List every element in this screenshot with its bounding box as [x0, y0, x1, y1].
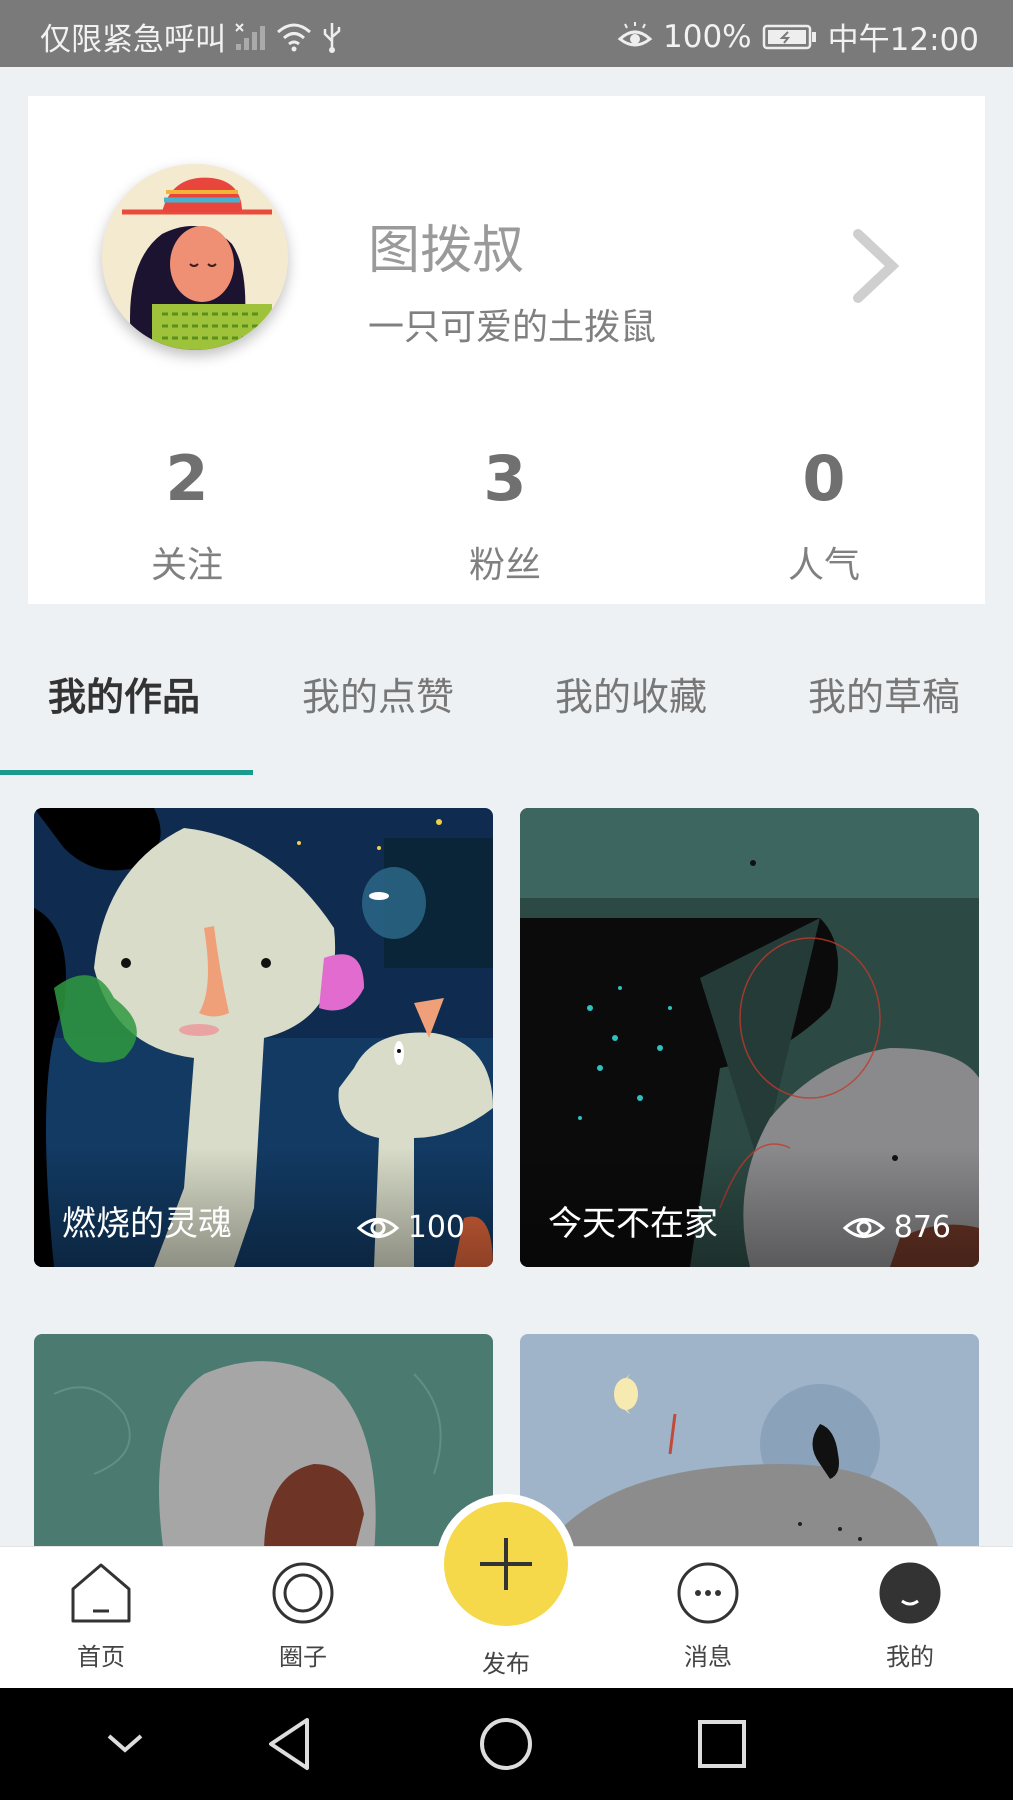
profile-bio: 一只可爱的土拨鼠	[368, 307, 657, 348]
artwork-title: 今天不在家	[548, 1204, 718, 1244]
publish-label: 发布	[482, 1650, 530, 1678]
nav-label: 首页	[77, 1643, 125, 1671]
artwork-image	[520, 1334, 979, 1554]
tab-my-likes[interactable]: 我的点赞	[302, 666, 454, 721]
nav-label: 消息	[684, 1643, 732, 1671]
tab-indicator	[0, 770, 253, 775]
stat-value: 2	[165, 442, 209, 515]
battery-icon	[762, 24, 816, 49]
profile-card[interactable]: 图拨叔 一只可爱的土拨鼠 2 关注 3 粉丝 0 人气	[28, 96, 985, 604]
artwork-card[interactable]: 燃烧的灵魂 100	[34, 808, 493, 1267]
nav-label: 圈子	[279, 1643, 327, 1671]
circle-icon	[272, 1562, 334, 1624]
stat-followers[interactable]: 3 粉丝	[405, 446, 605, 588]
nav-circle[interactable]: 圈子	[243, 1561, 363, 1672]
profile-name: 图拨叔	[368, 221, 525, 281]
wifi-icon	[277, 23, 311, 51]
avatar[interactable]	[102, 164, 288, 350]
recents-icon[interactable]	[696, 1718, 748, 1770]
stat-following[interactable]: 2 关注	[87, 446, 287, 588]
home-icon	[71, 1563, 131, 1623]
view-count: 876	[893, 1210, 951, 1245]
signal-icon	[235, 22, 265, 50]
artwork-views: 876	[842, 1210, 951, 1245]
artwork-card[interactable]: 今天不在家 876	[520, 808, 979, 1267]
clock: 中午12:00	[827, 22, 979, 58]
artwork-image	[34, 1334, 493, 1554]
tab-my-works[interactable]: 我的作品	[48, 666, 200, 721]
stat-value: 3	[483, 442, 527, 515]
back-icon[interactable]	[265, 1716, 315, 1772]
system-nav-bar	[0, 1688, 1013, 1800]
publish-button[interactable]	[436, 1494, 576, 1634]
stat-label: 关注	[150, 545, 223, 586]
nav-messages[interactable]: 消息	[648, 1561, 768, 1672]
tab-my-favorites[interactable]: 我的收藏	[555, 666, 707, 721]
tab-my-drafts[interactable]: 我的草稿	[808, 666, 960, 721]
profile-icon	[879, 1562, 941, 1624]
artwork-card[interactable]	[34, 1334, 493, 1554]
eye-icon	[842, 1217, 885, 1238]
nav-home[interactable]: 首页	[41, 1561, 161, 1672]
stat-value: 0	[802, 442, 846, 515]
stat-popularity[interactable]: 0 人气	[724, 446, 924, 588]
eye-icon	[356, 1217, 399, 1238]
plus-icon	[480, 1538, 532, 1590]
usb-icon	[323, 22, 341, 53]
stat-label: 人气	[787, 545, 860, 586]
message-icon	[677, 1562, 739, 1624]
artwork-title: 燃烧的灵魂	[62, 1204, 232, 1244]
chevron-down-icon[interactable]	[103, 1724, 147, 1764]
nav-mine[interactable]: 我的	[850, 1561, 970, 1672]
eye-comfort-icon	[617, 21, 653, 46]
nav-label: 我的	[886, 1643, 934, 1671]
stat-label: 粉丝	[468, 545, 541, 586]
artwork-card[interactable]	[520, 1334, 979, 1554]
view-count: 100	[407, 1210, 465, 1245]
battery-percent: 100%	[663, 18, 752, 55]
artwork-views: 100	[356, 1210, 465, 1245]
chevron-right-icon[interactable]	[840, 226, 910, 306]
carrier-text: 仅限紧急呼叫	[40, 22, 226, 58]
home-circle-icon[interactable]	[478, 1716, 534, 1772]
publish-button-bg	[444, 1502, 568, 1626]
avatar-illustration	[102, 164, 288, 350]
status-bar: 仅限紧急呼叫 100% 中午12:00	[0, 0, 1013, 67]
